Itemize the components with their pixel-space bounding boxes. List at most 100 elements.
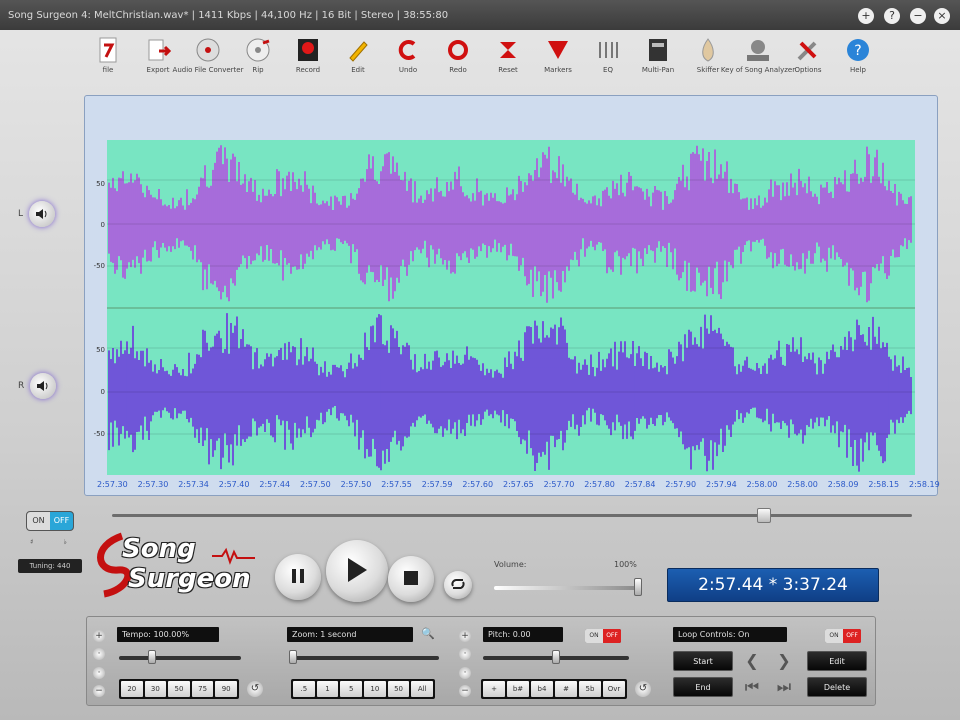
left-channel[interactable]: L [18,201,56,227]
window-help-button[interactable]: ? [884,8,900,24]
stop-button[interactable] [388,556,434,602]
tempo-slider[interactable] [119,656,241,660]
preset-button[interactable]: b4 [531,681,553,697]
zoom-slider-thumb[interactable] [289,650,297,664]
scrollbar-track[interactable] [112,514,912,517]
loop-switch-on[interactable]: ON [825,629,843,643]
toolbar-eq-button[interactable]: EQ [586,36,630,74]
toolbar-undo-button[interactable]: Undo [386,36,430,74]
redo-icon [444,36,472,64]
multi-pan-icon [644,36,672,64]
waveform-canvas[interactable] [107,140,915,475]
preset-button[interactable]: + [483,681,505,697]
window-minimize-button[interactable]: − [910,8,926,24]
preset-button[interactable]: 30 [144,681,167,697]
toggle-on[interactable]: ON [27,512,50,530]
volume-slider[interactable] [494,578,644,598]
title-bar: Song Surgeon 4: MeltChristian.wav* | 141… [0,0,960,30]
volume-thumb[interactable] [634,578,642,596]
tuning-display[interactable]: Tuning: 440 [18,559,82,573]
tempo-decrease-button[interactable]: − [93,685,105,697]
pitch-toggle[interactable]: ON OFF [26,511,74,531]
pitch-decrease-button[interactable]: − [459,685,471,697]
loop-button[interactable] [444,571,472,599]
preset-button[interactable]: b# [507,681,529,697]
toolbar-label: Help [850,66,866,74]
toolbar-reset-button[interactable]: Reset [486,36,530,74]
preset-button[interactable]: All [411,681,434,697]
play-button[interactable] [326,540,388,602]
toolbar-pencil-button[interactable]: Edit [336,36,380,74]
key-analyzer-icon [744,36,772,64]
preset-button[interactable]: 5 [340,681,363,697]
toolbar-multi-pan-button[interactable]: Multi-Pan [636,36,680,74]
pause-button[interactable] [275,554,321,600]
pitch-step-button[interactable]: · [459,648,471,660]
toolbar-file-button[interactable]: file [86,36,130,74]
preset-button[interactable]: 20 [121,681,143,697]
volume-track[interactable] [494,586,640,590]
preset-button[interactable]: 90 [215,681,237,697]
toolbar-key-analyzer-button[interactable]: Key of Song Analyzer [721,36,795,74]
time-tick: 2:57.94 [706,480,737,489]
loop-skip-start-button[interactable]: ⏮ [741,677,763,697]
loop-start-button[interactable]: Start [673,651,733,671]
preset-button[interactable]: # [555,681,577,697]
preset-button[interactable]: 75 [191,681,214,697]
preset-button[interactable]: 1 [316,681,339,697]
toolbar-redo-button[interactable]: Redo [436,36,480,74]
window-extra-button[interactable]: + [858,8,874,24]
scrollbar-thumb[interactable] [756,508,771,523]
window-title: Song Surgeon 4: MeltChristian.wav* | 141… [8,9,449,21]
toolbar-rip-cd-button[interactable]: Rip [236,36,280,74]
tempo-reset-button[interactable]: ↺ [247,681,263,697]
preset-button[interactable]: 5b [579,681,601,697]
timeline-scrollbar[interactable] [112,506,912,523]
reset-icon [494,36,522,64]
pitch-switch-off[interactable]: OFF [603,629,621,643]
window-close-button[interactable]: × [934,8,950,24]
main-toolbar: file Export Audio File Converter Rip Record E… [80,32,880,84]
toolbar-help-button[interactable]: ? Help [836,36,880,74]
left-channel-speaker-icon[interactable] [29,201,56,227]
toggle-off[interactable]: OFF [50,512,73,530]
preset-button[interactable]: 50 [387,681,410,697]
right-channel-speaker-icon[interactable] [30,373,57,399]
top-ytick: 50 [96,180,105,188]
loop-switch[interactable]: ON OFF [825,629,861,643]
toolbar-label: Rip [252,66,264,74]
pitch-increase-button[interactable]: + [459,630,471,642]
zoom-search-icon[interactable]: 🔍 [421,627,435,640]
loop-end-button[interactable]: End [673,677,733,697]
toolbar-record-button[interactable]: Record [286,36,330,74]
loop-status: Loop Controls: On [673,627,787,642]
right-channel[interactable]: R [18,373,57,399]
loop-nudge-right-button[interactable]: ❯ [773,651,795,671]
tempo-step-button[interactable]: · [93,648,105,660]
loop-edit-button[interactable]: Edit [807,651,867,671]
zoom-slider[interactable] [289,656,439,660]
channel-controls: L R [0,95,80,495]
time-tick: 2:57.40 [218,480,250,489]
loop-nudge-left-button[interactable]: ❮ [741,651,763,671]
loop-switch-off[interactable]: OFF [843,629,861,643]
toolbar-markers-button[interactable]: Markers [536,36,580,74]
pitch-reset-button[interactable]: ↺ [635,681,651,697]
toolbar-label: Export [146,66,170,74]
toolbar-options-button[interactable]: Options [786,36,830,74]
tempo-increase-button[interactable]: + [93,630,105,642]
pitch-switch[interactable]: ON OFF [585,629,621,643]
preset-button[interactable]: .5 [293,681,315,697]
pitch-switch-on[interactable]: ON [585,629,603,643]
logo-word-song: Song [122,534,196,564]
preset-button[interactable]: 50 [168,681,190,697]
loop-skip-end-button[interactable]: ⏭ [773,677,795,697]
loop-delete-button[interactable]: Delete [807,677,867,697]
preset-button[interactable]: 10 [364,681,386,697]
tempo-step-button[interactable]: · [93,667,105,679]
toolbar-audio-converter-button[interactable]: Audio File Converter [173,36,243,74]
pitch-slider-thumb[interactable] [552,650,560,664]
preset-button[interactable]: Ovr [603,681,625,697]
pitch-step-button[interactable]: · [459,667,471,679]
tempo-slider-thumb[interactable] [147,650,156,664]
